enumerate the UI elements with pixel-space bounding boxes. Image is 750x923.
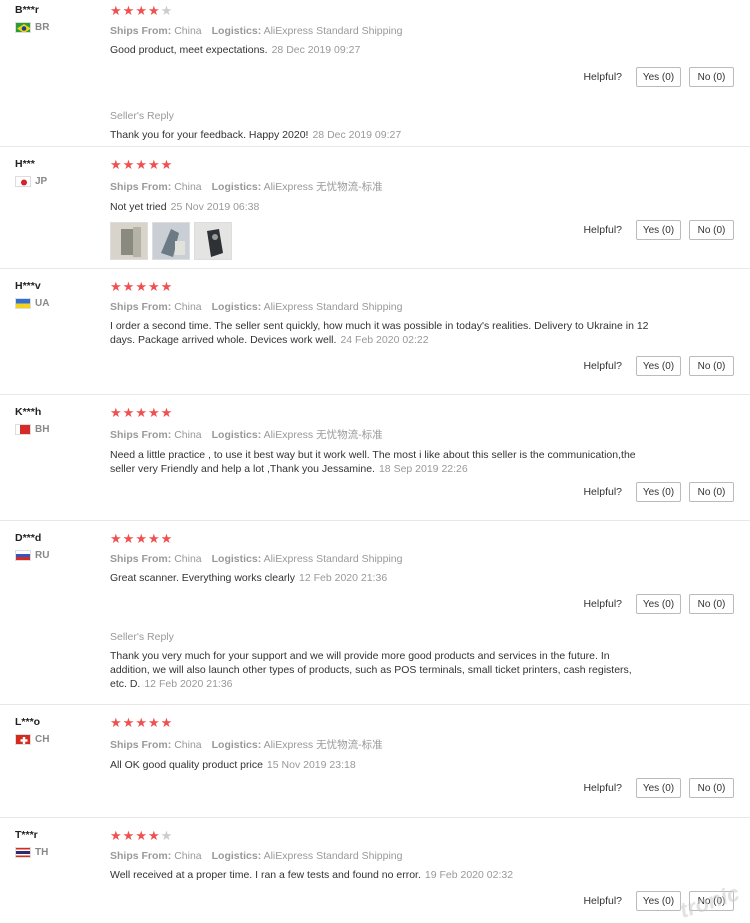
- reviewer-info: B***r BR: [15, 4, 49, 33]
- reply-date: 12 Feb 2020 21:36: [144, 678, 233, 690]
- star-rating: ★ ★ ★ ★ ★: [110, 531, 173, 546]
- reviewer-name: H***: [15, 158, 35, 170]
- reviewer-name: D***d: [15, 532, 42, 544]
- review-date: 28 Dec 2019 09:27: [271, 44, 361, 56]
- review-text: Need a little practice , to use it best …: [110, 449, 636, 475]
- review-text: Good product, meet expectations. 28 Dec 2…: [110, 44, 361, 56]
- country-code: TH: [35, 847, 49, 858]
- flag-th-icon: [15, 847, 31, 858]
- star-rating: ★ ★ ★ ★ ★: [110, 157, 173, 172]
- review-item: L***o CH ★ ★ ★ ★ ★ Ships From: China Logistic…: [0, 705, 750, 818]
- helpful-no-button[interactable]: No (0): [689, 778, 734, 798]
- reviewer-name: H***v: [15, 280, 41, 292]
- star-rating: ★ ★ ★ ★ ★: [110, 3, 173, 18]
- helpful-yes-button[interactable]: Yes (0): [636, 594, 681, 614]
- review-text: I order a second time. The seller sent q…: [110, 320, 649, 346]
- review-text: Not yet tried 25 Nov 2019 06:38: [110, 201, 260, 213]
- review-date: 15 Nov 2019 23:18: [266, 759, 356, 771]
- helpful-yes-button[interactable]: Yes (0): [636, 778, 681, 798]
- star-rating: ★ ★ ★ ★ ★: [110, 715, 173, 730]
- helpful-yes-button[interactable]: Yes (0): [636, 67, 681, 87]
- helpful-no-button[interactable]: No (0): [689, 482, 734, 502]
- review-item: D***d RU ★ ★ ★ ★ ★ Ships From: China Logistic…: [0, 521, 750, 705]
- flag-ch-icon: [15, 734, 31, 745]
- shipping-info: Ships From: China Logistics: AliExpress 无…: [110, 181, 383, 193]
- helpful-vote: Helpful? Yes (0) No (0): [583, 220, 734, 240]
- helpful-yes-button[interactable]: Yes (0): [636, 482, 681, 502]
- review-date: 19 Feb 2020 02:32: [424, 869, 514, 881]
- helpful-yes-button[interactable]: Yes (0): [636, 356, 681, 376]
- reviewer-info: L***o CH: [15, 716, 49, 745]
- helpful-no-button[interactable]: No (0): [689, 67, 734, 87]
- helpful-no-button[interactable]: No (0): [689, 356, 734, 376]
- review-date: 12 Feb 2020 21:36: [299, 572, 388, 584]
- country-code: CH: [35, 734, 50, 745]
- reply-date: 28 Dec 2019 09:27: [312, 129, 402, 141]
- shipping-info: Ships From: China Logistics: AliExpress 无…: [110, 429, 383, 441]
- helpful-vote: Helpful? Yes (0) No (0): [583, 356, 734, 376]
- reviewer-info: K***h BH: [15, 406, 49, 435]
- shipping-info: Ships From: China Logistics: AliExpress S…: [110, 850, 403, 862]
- flag-ru-icon: [15, 550, 31, 561]
- shipping-info: Ships From: China Logistics: AliExpress 无…: [110, 739, 383, 751]
- review-date: 25 Nov 2019 06:38: [170, 201, 260, 213]
- country-code: RU: [35, 550, 50, 561]
- reviewer-info: H*** JP: [15, 158, 47, 187]
- country-code: BR: [35, 22, 50, 33]
- review-text: All OK good quality product price 15 Nov …: [110, 759, 356, 771]
- star-rating: ★ ★ ★ ★ ★: [110, 828, 173, 843]
- seller-reply-title: Seller's Reply: [110, 631, 174, 643]
- helpful-vote: Helpful? Yes (0) No (0): [583, 778, 734, 798]
- helpful-vote: Helpful? Yes (0) No (0): [583, 482, 734, 502]
- reviewer-name: L***o: [15, 716, 41, 728]
- seller-reply-text: Thank you for your feedback. Happy 2020!…: [110, 129, 402, 141]
- review-photo-thumbnail[interactable]: [152, 222, 190, 260]
- star-rating: ★ ★ ★ ★ ★: [110, 279, 173, 294]
- reviewer-name: T***r: [15, 829, 38, 841]
- flag-bh-icon: [15, 424, 31, 435]
- review-photo-thumbnail[interactable]: [110, 222, 148, 260]
- review-item: T***r TH ★ ★ ★ ★ ★ Ships From: China Logistic…: [0, 818, 750, 923]
- seller-reply-title: Seller's Reply: [110, 110, 174, 122]
- reviewer-info: H***v UA: [15, 280, 49, 309]
- review-item: K***h BH ★ ★ ★ ★ ★ Ships From: China Logistic…: [0, 395, 750, 521]
- review-text: Great scanner. Everything works clearly 1…: [110, 572, 388, 584]
- country-code: UA: [35, 298, 50, 309]
- helpful-vote: Helpful? Yes (0) No (0): [583, 594, 734, 614]
- review-text: Well received at a proper time. I ran a …: [110, 869, 514, 881]
- review-item: H*** JP ★ ★ ★ ★ ★ Ships From: China Logistics…: [0, 147, 750, 269]
- flag-ua-icon: [15, 298, 31, 309]
- review-item: B***r BR ★ ★ ★ ★ ★ Ships From: China Logistic…: [0, 0, 750, 147]
- country-code: JP: [35, 176, 48, 187]
- helpful-yes-button[interactable]: Yes (0): [636, 220, 681, 240]
- helpful-yes-button[interactable]: Yes (0): [636, 891, 681, 911]
- review-photo-thumbnail[interactable]: [194, 222, 232, 260]
- seller-reply-text: Thank you very much for your support and…: [110, 650, 632, 690]
- reviewer-info: D***d RU: [15, 532, 49, 561]
- review-date: 24 Feb 2020 02:22: [340, 334, 429, 346]
- flag-jp-icon: [15, 176, 31, 187]
- flag-br-icon: [15, 22, 31, 33]
- review-date: 18 Sep 2019 22:26: [378, 463, 468, 475]
- helpful-vote: Helpful? Yes (0) No (0): [583, 67, 734, 87]
- country-code: BH: [35, 424, 50, 435]
- review-item: H***v UA ★ ★ ★ ★ ★ Ships From: China Logistic…: [0, 269, 750, 395]
- shipping-info: Ships From: China Logistics: AliExpress S…: [110, 553, 403, 565]
- reviewer-info: T***r TH: [15, 829, 48, 858]
- shipping-info: Ships From: China Logistics: AliExpress S…: [110, 301, 403, 313]
- star-rating: ★ ★ ★ ★ ★: [110, 405, 173, 420]
- shipping-info: Ships From: China Logistics: AliExpress S…: [110, 25, 403, 37]
- helpful-no-button[interactable]: No (0): [689, 594, 734, 614]
- reviewer-name: K***h: [15, 406, 42, 418]
- helpful-no-button[interactable]: No (0): [689, 220, 734, 240]
- reviewer-name: B***r: [15, 4, 39, 16]
